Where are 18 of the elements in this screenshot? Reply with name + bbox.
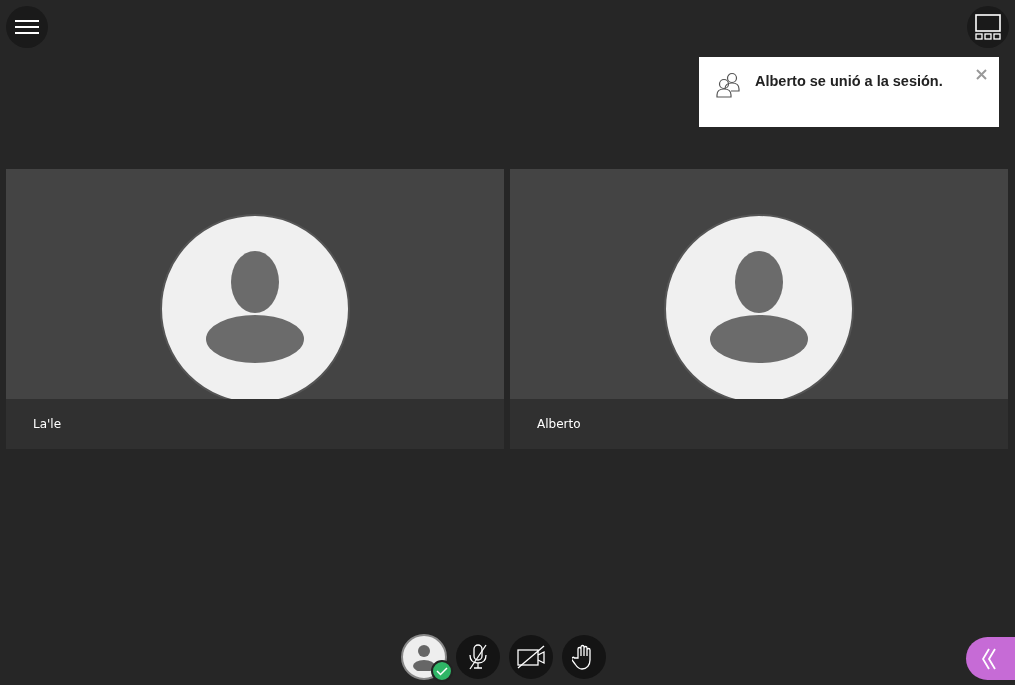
panel-toggle-button[interactable] — [966, 637, 1015, 680]
notification-message: Alberto se unió a la sesión. — [755, 72, 944, 91]
layout-button[interactable] — [967, 6, 1009, 48]
camera-button[interactable] — [509, 635, 553, 679]
close-button[interactable] — [974, 67, 989, 82]
menu-button[interactable] — [6, 6, 48, 48]
person-icon — [413, 643, 435, 671]
microphone-button[interactable] — [456, 635, 500, 679]
double-chevron-icon — [982, 647, 996, 670]
menu-icon — [15, 20, 39, 34]
person-silhouette-icon — [205, 251, 305, 363]
raise-hand-button[interactable] — [562, 635, 606, 679]
person-silhouette-icon — [709, 251, 809, 363]
people-icon — [715, 72, 741, 98]
participant-name: La'le — [33, 417, 62, 431]
participant-name: Alberto — [537, 417, 581, 431]
close-icon — [976, 69, 987, 80]
layout-icon — [975, 14, 1001, 40]
